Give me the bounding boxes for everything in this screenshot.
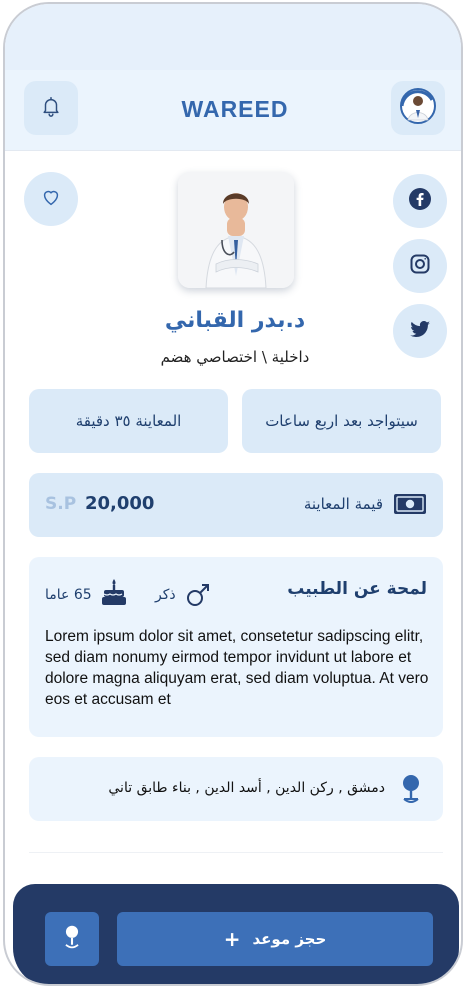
address-card: دمشق , ركن الدين , أسد الدين , بناء طابق… [29,757,443,821]
twitter-icon [408,317,432,345]
profile-avatar-button[interactable] [391,81,445,135]
price-value: 20,000 [85,493,155,514]
about-card: لمحة عن الطبيب ذكر 65 عاما Lorem ipsum d… [29,557,443,737]
duration-card: المعاينة ٣٥ دقيقة [29,389,228,453]
book-button-label: حجز موعد [252,930,327,948]
price-label: قيمة المعاينة [303,495,383,513]
about-description: Lorem ipsum dolor sit amet, consetetur s… [45,628,429,708]
plus-icon: + [223,927,241,951]
status-bar [5,4,461,70]
address-text: دمشق , ركن الدين , أسد الدين , بناء طابق… [108,780,385,796]
birthday-cake-icon [100,577,128,611]
map-pin-icon [63,924,81,954]
heart-icon [40,186,62,212]
bottom-action-bar: حجز موعد + [13,884,459,984]
notifications-button[interactable] [24,81,78,135]
duration-text: المعاينة ٣٥ دقيقة [75,412,182,430]
book-appointment-button[interactable]: حجز موعد + [117,912,433,966]
map-button[interactable] [45,912,99,966]
app-logo: WAREED [181,96,289,122]
doctor-specialty: داخلية \ اختصاصي هضم [160,348,310,366]
availability-card: سيتواجد بعد اربع ساعات [242,389,441,453]
doctor-name: د.بدر القباني [164,308,306,333]
availability-text: سيتواجد بعد اربع ساعات [265,412,418,430]
doctor-avatar-icon [398,86,438,130]
bell-icon [40,95,62,121]
about-title: لمحة عن الطبيب [287,579,427,599]
doctor-photo [178,172,294,288]
price-currency: S.P [45,494,77,514]
money-icon [393,493,427,519]
instagram-button[interactable] [393,239,447,293]
phone-frame: WAREED د.بدر القباني داخلية \ اختصاصي هض… [3,2,463,986]
price-card: قيمة المعاينة 20,000 S.P [29,473,443,537]
header-divider [5,150,461,151]
age-text: 65 عاما [45,587,92,603]
facebook-button[interactable] [393,174,447,228]
section-divider [29,852,443,853]
favorite-button[interactable] [24,172,78,226]
facebook-icon [408,187,432,215]
male-icon [184,581,212,613]
location-pin-icon [401,774,421,808]
gender-text: ذكر [155,587,176,603]
instagram-icon [408,252,432,280]
